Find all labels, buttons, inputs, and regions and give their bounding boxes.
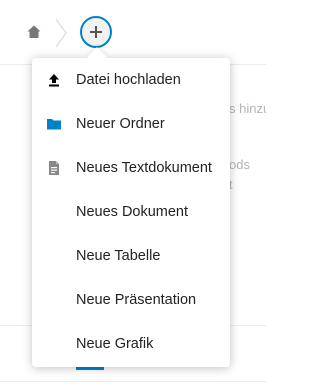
menu-item-label: Neue Grafik <box>76 336 154 352</box>
menu-icon-placeholder <box>32 278 76 322</box>
new-file-menu-list: Datei hochladen Neuer Ordner Neues Textd… <box>32 58 230 366</box>
menu-item-label: Neue Präsentation <box>76 292 197 308</box>
home-button[interactable] <box>24 22 44 42</box>
text-document-icon <box>32 146 76 190</box>
menu-item-label: Neue Tabelle <box>76 248 161 264</box>
background-text-1: s hinzu <box>229 101 266 116</box>
home-icon <box>27 25 41 38</box>
background-text-2: ods <box>229 157 250 172</box>
menu-item-upload-file[interactable]: Datei hochladen <box>32 58 230 102</box>
menu-item-label: Neues Textdokument <box>76 160 212 176</box>
menu-item-label: Datei hochladen <box>76 72 181 88</box>
upload-icon <box>32 58 76 102</box>
breadcrumb-bar <box>0 0 266 65</box>
background-divider <box>0 381 266 382</box>
menu-item-new-text-document[interactable]: Neues Textdokument <box>32 146 230 190</box>
menu-icon-placeholder <box>32 234 76 278</box>
menu-item-label: Neues Dokument <box>76 204 189 220</box>
menu-icon-placeholder <box>32 322 76 366</box>
add-new-button[interactable] <box>80 16 112 48</box>
files-app: s hinzu ods t Datei hochladen <box>0 0 266 389</box>
menu-icon-placeholder <box>32 190 76 234</box>
menu-item-new-drawing[interactable]: Neue Grafik <box>32 322 230 366</box>
folder-icon <box>32 102 76 146</box>
menu-item-label: Neuer Ordner <box>76 116 165 132</box>
menu-item-new-presentation[interactable]: Neue Präsentation <box>32 278 230 322</box>
menu-item-new-spreadsheet[interactable]: Neue Tabelle <box>32 234 230 278</box>
menu-item-new-folder[interactable]: Neuer Ordner <box>32 102 230 146</box>
new-file-menu: Datei hochladen Neuer Ordner Neues Textd… <box>32 47 230 367</box>
breadcrumb-separator-icon <box>55 18 67 48</box>
menu-item-new-document[interactable]: Neues Dokument <box>32 190 230 234</box>
plus-icon <box>90 26 102 38</box>
